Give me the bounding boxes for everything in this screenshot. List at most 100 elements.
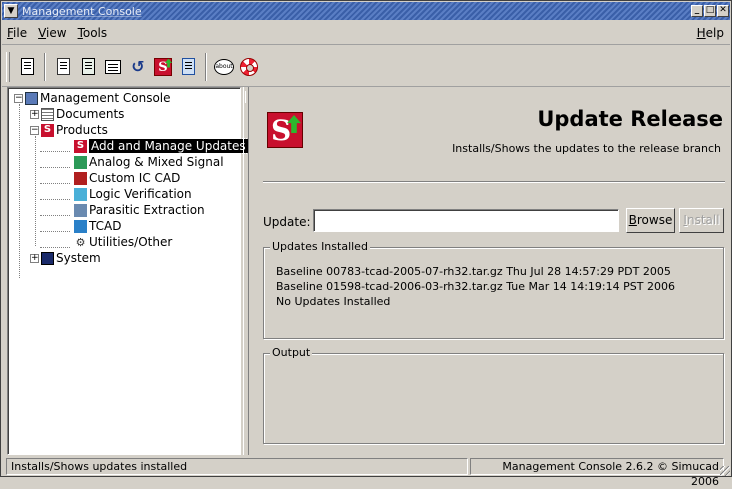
window-menu-button[interactable]: ▼	[4, 4, 18, 18]
page-subtitle: Installs/Shows the updates to the releas…	[452, 142, 721, 155]
parasitic-icon	[74, 203, 87, 217]
utilities-icon: ⚙	[75, 235, 86, 249]
print-button[interactable]	[102, 56, 124, 78]
status-bar: Installs/Shows updates installed Managem…	[2, 457, 730, 488]
tree-item-label: Management Console	[40, 91, 171, 105]
menu-tools[interactable]: Tools	[78, 26, 108, 40]
tree-item-label: Analog & Mixed Signal	[89, 155, 224, 169]
output-title: Output	[270, 346, 313, 359]
divider	[263, 181, 725, 183]
tree-line	[40, 183, 70, 184]
toolbar-grip[interactable]	[6, 51, 10, 82]
menu-file[interactable]: File	[7, 26, 27, 40]
installed-list[interactable]: Baseline 00783-tcad-2005-07-rh32.tar.gz …	[276, 264, 675, 309]
tree-item-parasitic[interactable]: Parasitic Extraction	[74, 202, 205, 218]
maximize-button[interactable]: □	[704, 5, 716, 17]
close-button[interactable]: ✕	[717, 5, 729, 17]
about-icon: about	[214, 58, 234, 75]
export-icon	[56, 58, 70, 75]
bookmark-button[interactable]	[177, 56, 199, 78]
tree-item-add-manage-updates[interactable]: S Add and Manage Updates	[74, 138, 249, 154]
browse-button[interactable]: Browse	[626, 208, 675, 233]
updates-installed-group: Updates Installed Baseline 00783-tcad-20…	[263, 240, 724, 339]
tree-item-tcad[interactable]: TCAD	[74, 218, 121, 234]
refresh-button[interactable]: ↺	[127, 56, 149, 78]
tree-item-utilities[interactable]: ⚙ Utilities/Other	[74, 234, 173, 250]
menu-file-label: ile	[13, 25, 28, 40]
products-icon: S	[41, 123, 54, 137]
updates-icon: S	[74, 139, 87, 153]
browse-mnemonic: B	[628, 213, 637, 227]
console-icon	[25, 91, 38, 105]
about-button[interactable]: about	[213, 56, 235, 78]
collapse-icon[interactable]: −	[30, 125, 39, 135]
expand-icon[interactable]: +	[30, 253, 39, 263]
tree-line	[40, 231, 70, 232]
page-title: Update Release	[537, 107, 723, 131]
tree-item-label: TCAD	[89, 219, 122, 233]
tree-line	[40, 215, 70, 216]
simucad-update-button[interactable]: S	[152, 56, 174, 78]
menu-help[interactable]: Help	[697, 26, 724, 40]
browse-label: rowse	[636, 213, 673, 227]
list-item: Baseline 00783-tcad-2005-07-rh32.tar.gz …	[276, 265, 671, 278]
tree-item-root[interactable]: − Management Console	[14, 90, 171, 106]
window-title: Management Console	[22, 4, 142, 18]
analog-icon	[74, 155, 87, 169]
help-button[interactable]	[238, 56, 260, 78]
update-label: Update:	[263, 215, 311, 229]
tree-line	[40, 151, 70, 152]
menu-view-label: iew	[46, 25, 67, 40]
refresh-icon: ↺	[131, 57, 145, 76]
panel-splitter[interactable]	[243, 87, 249, 455]
navigation-tree[interactable]: − Management Console + Documents − S Pro…	[7, 87, 249, 455]
install-button[interactable]: Install	[679, 208, 724, 233]
tree-item-label: Add and Manage Updates	[88, 138, 249, 154]
menu-tools-label: ools	[82, 25, 108, 40]
install-label: nstall	[686, 213, 720, 227]
menu-view[interactable]: View	[38, 26, 66, 40]
tree-item-label: Parasitic Extraction	[89, 203, 205, 217]
tree-item-documents[interactable]: + Documents	[30, 106, 124, 122]
updates-installed-title: Updates Installed	[270, 240, 370, 253]
chevron-down-icon: ▼	[7, 6, 15, 16]
tree-line	[40, 199, 70, 200]
import-icon	[81, 58, 95, 75]
menu-help-label: elp	[705, 25, 724, 40]
list-item: Baseline 01598-tcad-2006-03-rh32.tar.gz …	[276, 280, 675, 293]
tree-item-label: Utilities/Other	[89, 235, 173, 249]
update-path-input[interactable]	[313, 209, 619, 232]
new-document-button[interactable]	[16, 56, 38, 78]
output-group: Output	[263, 346, 724, 444]
tree-item-analog[interactable]: Analog & Mixed Signal	[74, 154, 224, 170]
simucad-update-icon: S	[154, 57, 172, 76]
minimize-button[interactable]: _	[691, 5, 703, 17]
collapse-icon[interactable]: −	[14, 93, 23, 103]
toolbar-separator	[44, 52, 46, 81]
status-message: Installs/Shows updates installed	[6, 458, 468, 475]
tree-line	[19, 104, 20, 278]
system-icon	[41, 251, 54, 265]
list-item: No Updates Installed	[276, 295, 391, 308]
tree-item-system[interactable]: + System	[30, 250, 101, 266]
import-button[interactable]	[77, 56, 99, 78]
tree-item-label: System	[56, 251, 101, 265]
menu-view-mnemonic: V	[38, 25, 47, 40]
content-panel: S Update Release Installs/Shows the upda…	[251, 87, 731, 455]
tree-item-label: Documents	[56, 107, 125, 121]
simucad-logo: S	[267, 112, 303, 148]
new-document-icon	[20, 58, 34, 75]
tree-item-custom-ic[interactable]: Custom IC CAD	[74, 170, 180, 186]
resize-grip-icon[interactable]	[720, 466, 730, 476]
window-controls: _ □ ✕	[691, 5, 729, 17]
toolbar-separator	[205, 52, 207, 81]
tree-item-products[interactable]: − S Products	[30, 122, 108, 138]
title-bar[interactable]: ▼ Management Console _ □ ✕	[2, 2, 730, 20]
print-icon	[105, 59, 121, 74]
tree-item-logic[interactable]: Logic Verification	[74, 186, 192, 202]
tree-item-label: Custom IC CAD	[89, 171, 181, 185]
custom-ic-icon	[74, 171, 87, 185]
export-button[interactable]	[52, 56, 74, 78]
bookmark-icon	[181, 58, 195, 75]
expand-icon[interactable]: +	[30, 109, 39, 119]
